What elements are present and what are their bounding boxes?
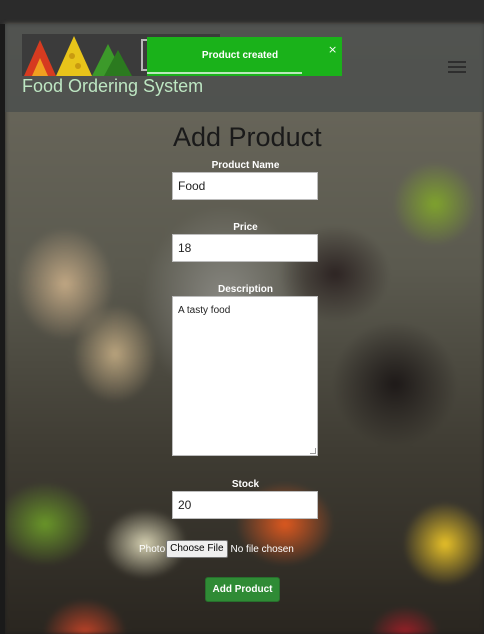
- add-product-button[interactable]: Add Product: [205, 577, 280, 602]
- price-input[interactable]: 18: [172, 234, 318, 262]
- product-name-label: Product Name: [211, 160, 280, 171]
- product-name-input[interactable]: Food: [172, 172, 318, 200]
- file-status-text: No file chosen: [230, 543, 294, 555]
- hamburger-menu-icon[interactable]: [446, 58, 468, 78]
- close-icon[interactable]: ×: [328, 43, 337, 56]
- toast-notification: Product created ×: [147, 37, 342, 76]
- toast-progress-bar: [147, 72, 302, 74]
- toast-message: Product created: [201, 50, 279, 61]
- description-label: Description: [217, 284, 273, 295]
- resize-handle-icon[interactable]: [310, 448, 316, 454]
- brand-name[interactable]: Food Ordering System: [22, 76, 203, 97]
- browser-top-strip: [0, 0, 484, 24]
- photo-label: Photo: [139, 543, 166, 555]
- photo-row: Photo Choose File No file chosen: [139, 540, 294, 558]
- price-label: Price: [233, 222, 258, 233]
- window-edge: [0, 24, 5, 634]
- description-text: A tasty food: [178, 305, 231, 316]
- description-textarea[interactable]: A tasty food: [172, 296, 318, 456]
- stock-input[interactable]: 20: [172, 491, 318, 519]
- choose-file-button[interactable]: Choose File: [166, 540, 228, 558]
- page-title: Add Product: [173, 122, 322, 152]
- stock-label: Stock: [231, 479, 260, 490]
